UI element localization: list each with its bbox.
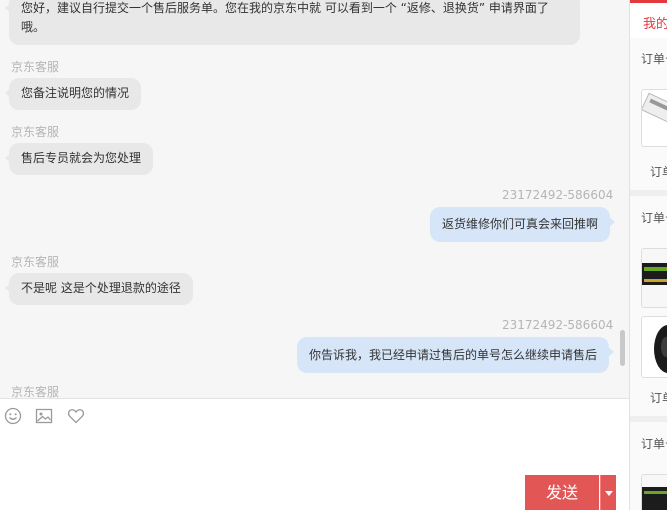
sender-name: 京东客服 — [11, 125, 60, 139]
message-text: 你告诉我，我已经申请过售后的单号怎么继续申请售后 — [309, 348, 598, 362]
agent-message-bubble: 您好，建议自行提交一个售后服务单。您在我的京东中就 可以看到一个 “返修、退换货… — [5, 0, 580, 45]
send-options-dropdown[interactable] — [600, 475, 616, 510]
send-button[interactable]: 发送 — [525, 475, 599, 510]
order-number-label: 订单号 — [641, 211, 667, 225]
user-message-bubble: 返货维修你们可真会来回推啊 — [430, 207, 616, 242]
order-label: 订单 — [650, 391, 667, 405]
product-thumbnail[interactable] — [641, 248, 667, 308]
order-number-label: 订单号 — [641, 437, 667, 451]
agent-message-bubble: 您备注说明您的情况 — [4, 78, 142, 110]
image-icon[interactable] — [35, 407, 53, 425]
heart-icon[interactable] — [67, 407, 85, 425]
product-thumbnail[interactable] — [641, 316, 667, 378]
sidebar-separator — [630, 190, 667, 196]
sender-name: 京东客服 — [11, 385, 60, 398]
message-text: 售后专员就会为您处理 — [21, 151, 142, 165]
order-label: 订单 — [650, 165, 667, 179]
message-text: 不是呢 这是个处理退款的途径 — [21, 281, 181, 295]
message-text: 返货维修你们可真会来回推啊 — [442, 217, 599, 231]
sender-name: 京东客服 — [11, 255, 60, 269]
product-thumbnail[interactable] — [641, 474, 667, 510]
product-thumbnail[interactable] — [641, 89, 667, 147]
sidebar-separator — [630, 416, 667, 422]
tab-label: 我的 — [643, 17, 667, 32]
sender-id: 23172492-586604 — [502, 188, 614, 202]
tab-my-orders[interactable]: 我的 — [630, 0, 667, 38]
message-text: 您好，建议自行提交一个售后服务单。您在我的京东中就 可以看到一个 “返修、退换货… — [21, 1, 549, 15]
message-text: 哦。 — [21, 20, 46, 34]
agent-message-bubble: 售后专员就会为您处理 — [4, 143, 154, 175]
chat-scrollbar[interactable] — [620, 330, 625, 366]
agent-message-bubble: 不是呢 这是个处理退款的途径 — [5, 273, 193, 305]
user-message-bubble: 你告诉我，我已经申请过售后的单号怎么继续申请售后 — [297, 337, 615, 373]
order-number-label: 订单号 — [641, 52, 667, 66]
sender-id: 23172492-586604 — [502, 318, 614, 332]
order-sidebar: 我的 订单号 订单 订单号 订单 订单号 — [629, 0, 667, 510]
message-text: 您备注说明您的情况 — [21, 86, 130, 100]
sender-name: 京东客服 — [11, 60, 60, 74]
emoji-icon[interactable] — [4, 407, 22, 425]
chat-history: 您好，建议自行提交一个售后服务单。您在我的京东中就 可以看到一个 “返修、退换货… — [0, 0, 629, 398]
